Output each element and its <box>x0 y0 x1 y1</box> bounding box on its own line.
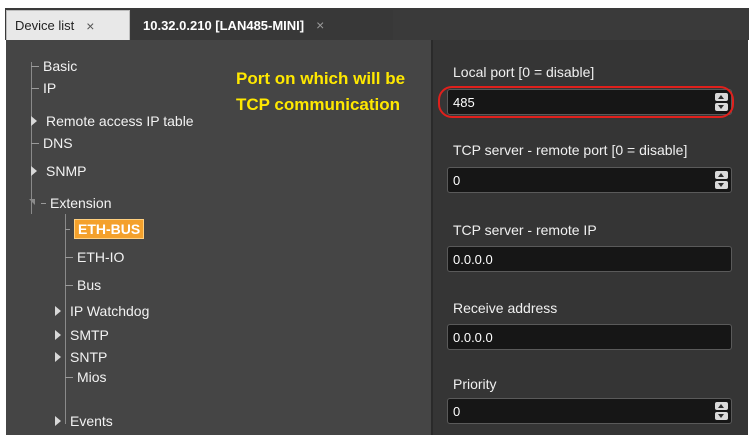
tree-item-remote-access[interactable]: Remote access IP table <box>31 110 194 132</box>
highlight-ring <box>438 86 734 118</box>
tree-item-label-selected: ETH-BUS <box>74 219 145 239</box>
priority-label: Priority <box>453 376 497 392</box>
tree-item-basic[interactable]: Basic <box>31 55 77 77</box>
caret-down-icon[interactable] <box>29 199 37 207</box>
tree-item-label: SMTP <box>70 327 109 343</box>
caret-right-icon[interactable] <box>55 306 61 316</box>
tree-item-label: ETH-IO <box>77 249 125 265</box>
tab-device-config-label: 10.32.0.210 [LAN485-MINI] <box>143 17 305 33</box>
tree-item-label: DNS <box>43 135 73 151</box>
tree-item-label: Basic <box>43 58 78 74</box>
tree-item-label: IP <box>43 80 57 96</box>
receive-address-label: Receive address <box>453 300 558 316</box>
tree-item-label: SNTP <box>70 349 108 365</box>
tree-item-events[interactable]: Events <box>55 410 113 432</box>
tree-item-label: Mios <box>77 369 107 385</box>
spin-down-icon[interactable] <box>715 181 728 189</box>
annotation-text: Port on which will be TCP communication <box>236 69 406 114</box>
spin-up-icon[interactable] <box>715 402 728 410</box>
app-window: Device list × 10.32.0.210 [LAN485-MINI] … <box>0 0 754 435</box>
spinner-arrows-icon[interactable] <box>715 402 728 420</box>
tcp-remote-ip-value: 0.0.0.0 <box>453 251 493 267</box>
tree-item-ip[interactable]: IP <box>31 77 56 99</box>
tree-item-eth-io[interactable]: ETH-IO <box>65 246 124 268</box>
caret-right-icon[interactable] <box>31 166 37 176</box>
tree-item-label: IP Watchdog <box>70 303 150 319</box>
priority-input[interactable]: 0 <box>447 398 732 424</box>
tcp-remote-port-value: 0 <box>453 172 461 188</box>
caret-right-icon[interactable] <box>55 416 61 426</box>
tcp-remote-port-label: TCP server - remote port [0 = disable] <box>453 142 688 158</box>
close-icon[interactable]: × <box>316 17 324 33</box>
tcp-remote-ip-input[interactable]: 0.0.0.0 <box>447 246 732 272</box>
tab-device-config[interactable]: 10.32.0.210 [LAN485-MINI] × <box>131 10 393 40</box>
priority-value: 0 <box>453 403 461 419</box>
caret-right-icon[interactable] <box>55 352 61 362</box>
tree-item-bus[interactable]: Bus <box>65 274 101 296</box>
tree-item-dns[interactable]: DNS <box>31 132 73 154</box>
tree-item-ip-watchdog[interactable]: IP Watchdog <box>55 300 149 322</box>
tree-item-label: Bus <box>77 277 102 293</box>
tree-item-label: Extension <box>50 195 112 211</box>
caret-right-icon[interactable] <box>55 330 61 340</box>
spinner-arrows-icon[interactable] <box>715 171 728 189</box>
tree-item-smtp[interactable]: SMTP <box>55 324 109 346</box>
tree-item-label: Remote access IP table <box>46 113 194 129</box>
tab-device-list-label: Device list <box>15 18 75 33</box>
caret-right-icon[interactable] <box>31 116 37 126</box>
receive-address-input[interactable]: 0.0.0.0 <box>447 324 732 350</box>
tcp-remote-ip-label: TCP server - remote IP <box>453 222 597 238</box>
receive-address-value: 0.0.0.0 <box>453 329 493 345</box>
tree-item-mios[interactable]: Mios <box>65 366 107 388</box>
tree-item-snmp[interactable]: SNMP <box>31 160 86 182</box>
tree-item-eth-bus[interactable]: ETH-BUS <box>65 218 145 240</box>
tab-device-list[interactable]: Device list × <box>6 10 130 40</box>
close-icon[interactable]: × <box>86 18 94 34</box>
spin-up-icon[interactable] <box>715 171 728 179</box>
tree-item-label: Events <box>70 413 113 429</box>
tree-item-sntp[interactable]: SNTP <box>55 346 107 368</box>
tab-bar: Device list × 10.32.0.210 [LAN485-MINI] … <box>0 0 754 40</box>
tcp-remote-port-input[interactable]: 0 <box>447 167 732 193</box>
tree-item-extension[interactable]: Extension <box>29 192 111 214</box>
local-port-label: Local port [0 = disable] <box>453 64 595 80</box>
tree-item-label: SNMP <box>46 163 87 179</box>
spin-down-icon[interactable] <box>715 412 728 420</box>
